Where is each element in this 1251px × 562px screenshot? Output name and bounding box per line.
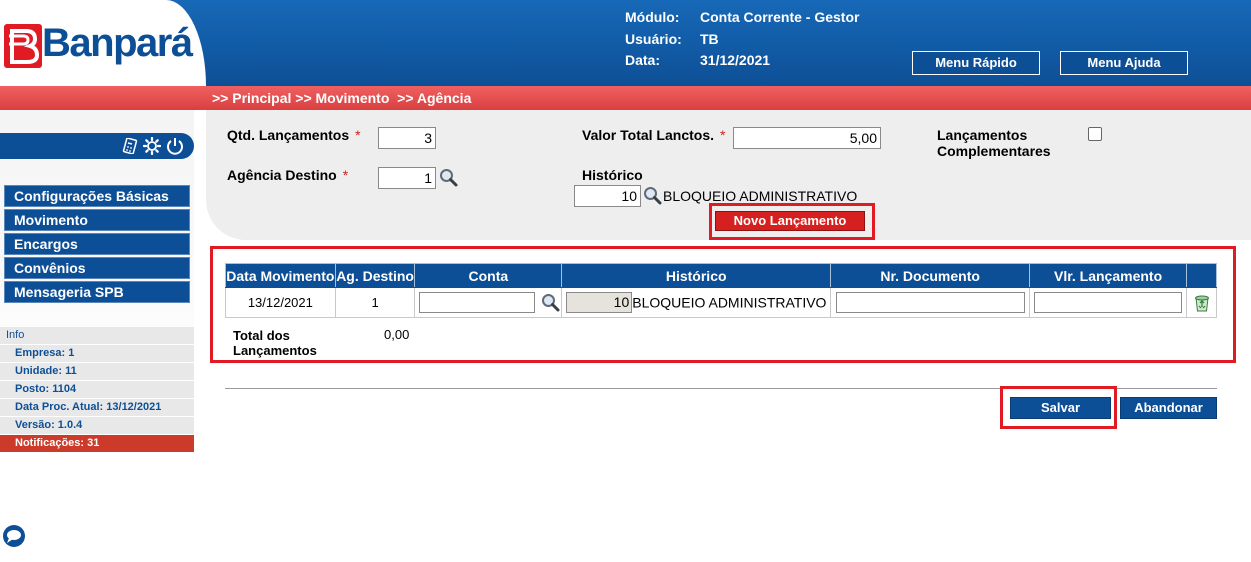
col-nr-documento: Nr. Documento bbox=[830, 263, 1031, 288]
banpara-logo-icon bbox=[4, 24, 42, 68]
abandonar-button[interactable]: Abandonar bbox=[1120, 397, 1217, 419]
vlr-lancamento-input[interactable] bbox=[1034, 292, 1183, 313]
novo-lancamento-button[interactable]: Novo Lançamento bbox=[715, 211, 865, 231]
historico-row-desc: BLOQUEIO ADMINISTRATIVO bbox=[632, 294, 827, 311]
sidebar-item-convenios[interactable]: Convênios bbox=[4, 257, 190, 279]
data-label: Data: bbox=[625, 52, 661, 68]
info-panel: Info Empresa: 1 Unidade: 11 Posto: 1104 … bbox=[0, 327, 194, 453]
menu-ajuda-button[interactable]: Menu Ajuda bbox=[1060, 51, 1188, 75]
cell-conta bbox=[414, 287, 563, 318]
data-value: 31/12/2021 bbox=[700, 52, 771, 68]
recycle-bin-icon[interactable] bbox=[1192, 293, 1212, 313]
info-empresa: Empresa: 1 bbox=[0, 345, 194, 363]
usuario-label: Usuário: bbox=[625, 31, 682, 47]
conta-input[interactable] bbox=[419, 292, 536, 313]
sidebar-toolbar bbox=[0, 133, 194, 159]
lancamentos-complementares-label: Lançamentos Complementares bbox=[937, 127, 1051, 159]
historico-description: BLOQUEIO ADMINISTRATIVO bbox=[663, 188, 858, 204]
modulo-label: Módulo: bbox=[625, 9, 680, 25]
cell-nr-documento bbox=[830, 287, 1031, 318]
modulo-value: Conta Corrente - Gestor bbox=[700, 9, 860, 25]
info-posto: Posto: 1104 bbox=[0, 381, 194, 399]
agencia-destino-label: Agência Destino * bbox=[227, 167, 349, 183]
total-lancamentos-value: 0,00 bbox=[384, 327, 410, 342]
brand-logo-text: Banpará bbox=[42, 21, 193, 65]
table-row: 13/12/2021 1 10 BLOQUEIO ADMINISTRATIVO bbox=[225, 287, 1217, 318]
cell-historico: 10 BLOQUEIO ADMINISTRATIVO bbox=[561, 287, 832, 318]
search-icon[interactable] bbox=[643, 186, 662, 205]
salvar-button[interactable]: Salvar bbox=[1010, 397, 1111, 419]
nr-documento-input[interactable] bbox=[835, 292, 1025, 313]
menu-rapido-button[interactable]: Menu Rápido bbox=[912, 51, 1040, 75]
breadcrumb: >> Principal >> Movimento >> Agência bbox=[212, 90, 472, 106]
sidebar-item-mensageria[interactable]: Mensageria SPB bbox=[4, 281, 190, 303]
search-icon[interactable] bbox=[439, 168, 458, 187]
info-data-proc: Data Proc. Atual: 13/12/2021 bbox=[0, 399, 194, 417]
valor-total-input[interactable]: 5,00 bbox=[733, 127, 881, 149]
cell-ag-destino: 1 bbox=[334, 287, 416, 318]
qtd-lancamentos-label: Qtd. Lançamentos * bbox=[227, 127, 361, 143]
sidebar-item-movimento[interactable]: Movimento bbox=[4, 209, 190, 231]
col-actions bbox=[1186, 263, 1217, 288]
total-lancamentos-label: Total dos Lançamentos bbox=[233, 328, 317, 358]
cell-vlr-lancamento bbox=[1029, 287, 1188, 318]
sidebar-item-configuracoes[interactable]: Configurações Básicas bbox=[4, 185, 190, 207]
notificacoes-link[interactable]: Notificações: 31 bbox=[0, 435, 194, 453]
info-title: Info bbox=[0, 327, 194, 345]
lancamentos-complementares-checkbox[interactable] bbox=[1088, 127, 1102, 141]
col-historico: Histórico bbox=[561, 263, 832, 288]
table-header-row: Data Movimento Ag. Destino Conta Históri… bbox=[225, 263, 1217, 288]
qtd-lancamentos-input[interactable]: 3 bbox=[378, 127, 436, 149]
agencia-destino-input[interactable]: 1 bbox=[378, 167, 436, 189]
col-vlr-lancamento: Vlr. Lançamento bbox=[1029, 263, 1188, 288]
chat-bubble-icon[interactable] bbox=[2, 524, 26, 548]
breadcrumb-bar bbox=[0, 86, 1251, 110]
lancamentos-table: Data Movimento Ag. Destino Conta Históri… bbox=[225, 263, 1217, 318]
historico-row-code: 10 bbox=[566, 292, 633, 313]
power-icon[interactable] bbox=[165, 136, 185, 156]
col-data-movimento: Data Movimento bbox=[225, 263, 336, 288]
cell-actions bbox=[1186, 287, 1217, 318]
gear-icon[interactable] bbox=[143, 137, 161, 155]
historico-code-input[interactable]: 10 bbox=[574, 185, 641, 207]
col-ag-destino: Ag. Destino bbox=[334, 263, 416, 288]
info-versao: Versão: 1.0.4 bbox=[0, 417, 194, 435]
info-unidade: Unidade: 11 bbox=[0, 363, 194, 381]
search-icon[interactable] bbox=[541, 293, 560, 312]
calculator-icon[interactable] bbox=[122, 138, 138, 154]
historico-label: Histórico bbox=[582, 167, 643, 183]
cell-data-movimento: 13/12/2021 bbox=[225, 287, 336, 318]
logo-area: Banpará bbox=[0, 0, 206, 86]
usuario-value: TB bbox=[700, 31, 719, 47]
col-conta: Conta bbox=[414, 263, 563, 288]
sidebar-item-encargos[interactable]: Encargos bbox=[4, 233, 190, 255]
valor-total-label: Valor Total Lanctos. * bbox=[582, 127, 726, 143]
